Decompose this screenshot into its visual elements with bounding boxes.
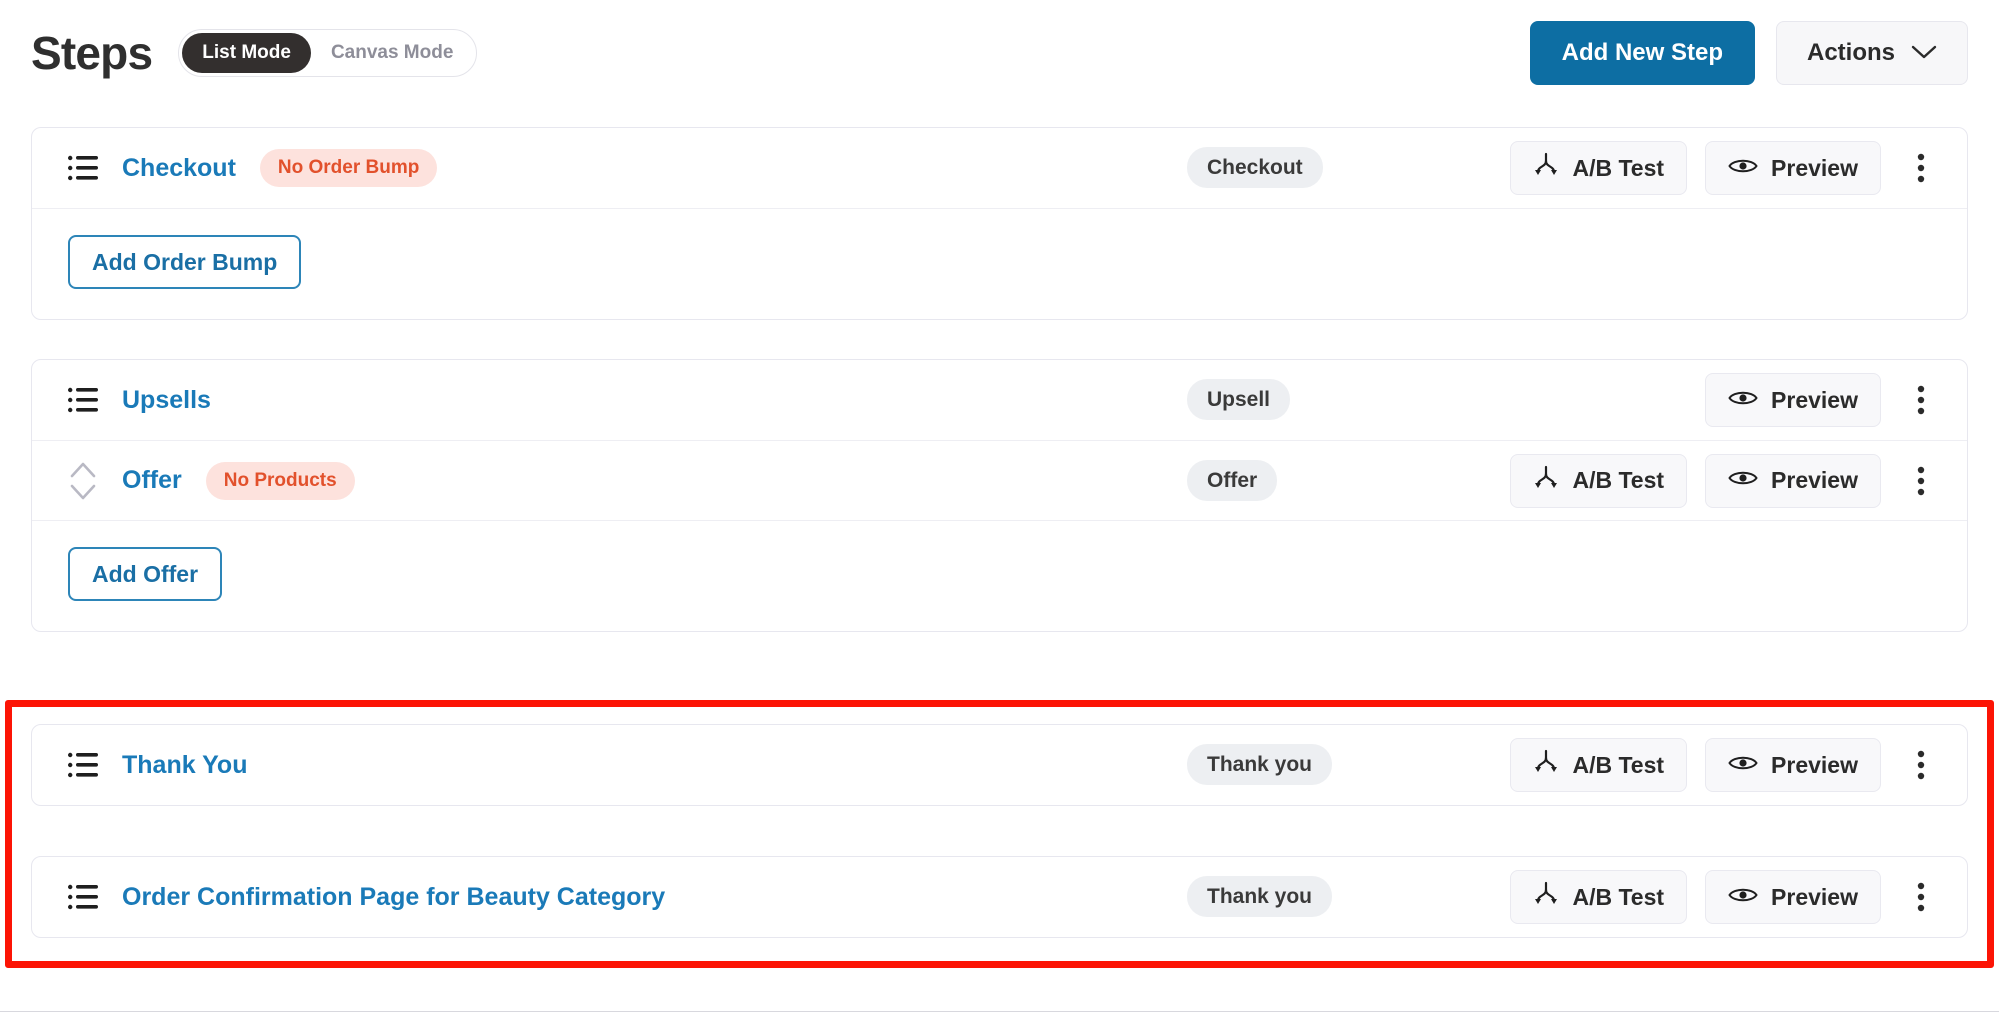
- actions-dropdown-button[interactable]: Actions: [1775, 21, 1968, 85]
- ab-split-icon: [1533, 465, 1559, 497]
- step-title-link[interactable]: Order Confirmation Page for Beauty Categ…: [122, 883, 665, 912]
- step-type-badge: Upsell: [1187, 379, 1291, 420]
- step-row[interactable]: Upsells Upsell Preview: [32, 360, 1967, 440]
- step-type-badge: Thank you: [1187, 876, 1333, 917]
- ab-test-button[interactable]: A/B Test: [1510, 870, 1688, 924]
- step-row-actions: A/B Test Preview: [1510, 453, 1943, 508]
- preview-label: Preview: [1771, 467, 1858, 493]
- bottom-divider: [0, 1010, 1999, 1012]
- step-row[interactable]: Order Confirmation Page for Beauty Categ…: [32, 857, 1967, 937]
- card-footer: Add Offer: [32, 520, 1967, 631]
- status-badge-warning: No Order Bump: [259, 149, 438, 187]
- more-options-icon[interactable]: [1899, 141, 1943, 195]
- step-row-actions: A/B Test Preview: [1510, 738, 1943, 792]
- step-type-area: Thank you: [1187, 876, 1333, 917]
- step-row-left: Offer No Products: [68, 458, 355, 504]
- step-row-actions: A/B Test Preview: [1510, 870, 1943, 924]
- step-title-link[interactable]: Checkout: [122, 154, 236, 183]
- sort-updown-icon: [68, 458, 98, 504]
- add-order-bump-button[interactable]: Add Order Bump: [68, 235, 302, 289]
- ab-split-icon: [1533, 749, 1559, 781]
- step-row-left: Order Confirmation Page for Beauty Categ…: [68, 883, 665, 912]
- preview-label: Preview: [1771, 883, 1858, 910]
- step-row-left: Upsells: [68, 386, 211, 415]
- step-row[interactable]: Thank You Thank you A/B Test Preview: [32, 725, 1967, 805]
- header-right-group: Add New Step Actions: [1529, 21, 1968, 85]
- ab-split-icon: [1533, 152, 1559, 184]
- ab-test-button[interactable]: A/B Test: [1510, 738, 1688, 792]
- step-type-badge: Thank you: [1187, 744, 1333, 785]
- list-icon: [68, 884, 98, 910]
- more-options-icon[interactable]: [1899, 373, 1943, 427]
- preview-button[interactable]: Preview: [1705, 870, 1881, 924]
- step-type-area: Upsell: [1187, 379, 1291, 420]
- thank-you-card: Thank You Thank you A/B Test Preview: [31, 724, 1968, 806]
- step-row[interactable]: Checkout No Order Bump Checkout A/B Test Pre…: [32, 128, 1967, 208]
- preview-button[interactable]: Preview: [1705, 141, 1881, 195]
- add-offer-button[interactable]: Add Offer: [68, 547, 223, 601]
- ab-test-button[interactable]: A/B Test: [1510, 141, 1688, 195]
- list-icon: [68, 387, 98, 413]
- eye-icon: [1728, 155, 1758, 182]
- preview-button[interactable]: Preview: [1705, 373, 1881, 427]
- ab-test-label: A/B Test: [1572, 883, 1665, 910]
- preview-label: Preview: [1771, 751, 1858, 778]
- step-type-area: Offer: [1187, 459, 1278, 501]
- status-badge-warning: No Products: [205, 461, 355, 500]
- eye-icon: [1728, 467, 1758, 494]
- preview-label: Preview: [1771, 386, 1858, 413]
- step-row[interactable]: Offer No Products Offer A/B Test Preview: [32, 440, 1967, 520]
- ab-split-icon: [1533, 881, 1559, 913]
- checkout-card: Checkout No Order Bump Checkout A/B Test Pre…: [31, 127, 1968, 320]
- mode-option-list[interactable]: List Mode: [182, 33, 311, 73]
- list-icon: [68, 752, 98, 778]
- order-confirmation-card: Order Confirmation Page for Beauty Categ…: [31, 856, 1968, 938]
- chevron-down-icon: [1911, 39, 1937, 67]
- actions-label: Actions: [1806, 39, 1895, 66]
- step-type-area: Checkout: [1187, 147, 1323, 188]
- preview-button[interactable]: Preview: [1705, 738, 1881, 792]
- list-icon: [68, 155, 98, 181]
- step-title-link[interactable]: Thank You: [122, 751, 247, 780]
- step-type-badge: Offer: [1187, 459, 1278, 501]
- step-title-link[interactable]: Upsells: [122, 386, 211, 415]
- step-title-link[interactable]: Offer: [122, 466, 182, 495]
- card-footer: Add Order Bump: [32, 208, 1967, 319]
- header-left-group: Steps List Mode Canvas Mode: [31, 27, 478, 79]
- page-title: Steps: [31, 27, 153, 79]
- eye-icon: [1728, 884, 1758, 911]
- step-type-badge: Checkout: [1187, 147, 1323, 188]
- step-row-actions: Preview: [1705, 373, 1943, 427]
- page-header: Steps List Mode Canvas Mode Add New Step…: [0, 0, 1999, 106]
- upsells-card: Upsells Upsell Preview Offer No Products Offe…: [31, 359, 1968, 632]
- ab-test-label: A/B Test: [1572, 751, 1665, 778]
- eye-icon: [1728, 752, 1758, 779]
- ab-test-label: A/B Test: [1572, 154, 1665, 181]
- steps-list: Checkout No Order Bump Checkout A/B Test Pre…: [0, 106, 1999, 1018]
- step-row-left: Checkout No Order Bump: [68, 149, 438, 187]
- add-new-step-button[interactable]: Add New Step: [1529, 21, 1755, 85]
- more-options-icon[interactable]: [1899, 738, 1943, 792]
- ab-test-button[interactable]: A/B Test: [1510, 453, 1688, 508]
- more-options-icon[interactable]: [1899, 870, 1943, 924]
- more-options-icon[interactable]: [1899, 454, 1943, 508]
- ab-test-label: A/B Test: [1572, 467, 1665, 493]
- view-mode-toggle[interactable]: List Mode Canvas Mode: [178, 29, 478, 77]
- step-type-area: Thank you: [1187, 744, 1333, 785]
- eye-icon: [1728, 387, 1758, 414]
- preview-label: Preview: [1771, 154, 1858, 181]
- preview-button[interactable]: Preview: [1705, 453, 1881, 508]
- step-row-left: Thank You: [68, 751, 247, 780]
- step-row-actions: A/B Test Preview: [1510, 141, 1943, 195]
- mode-option-canvas[interactable]: Canvas Mode: [311, 33, 473, 73]
